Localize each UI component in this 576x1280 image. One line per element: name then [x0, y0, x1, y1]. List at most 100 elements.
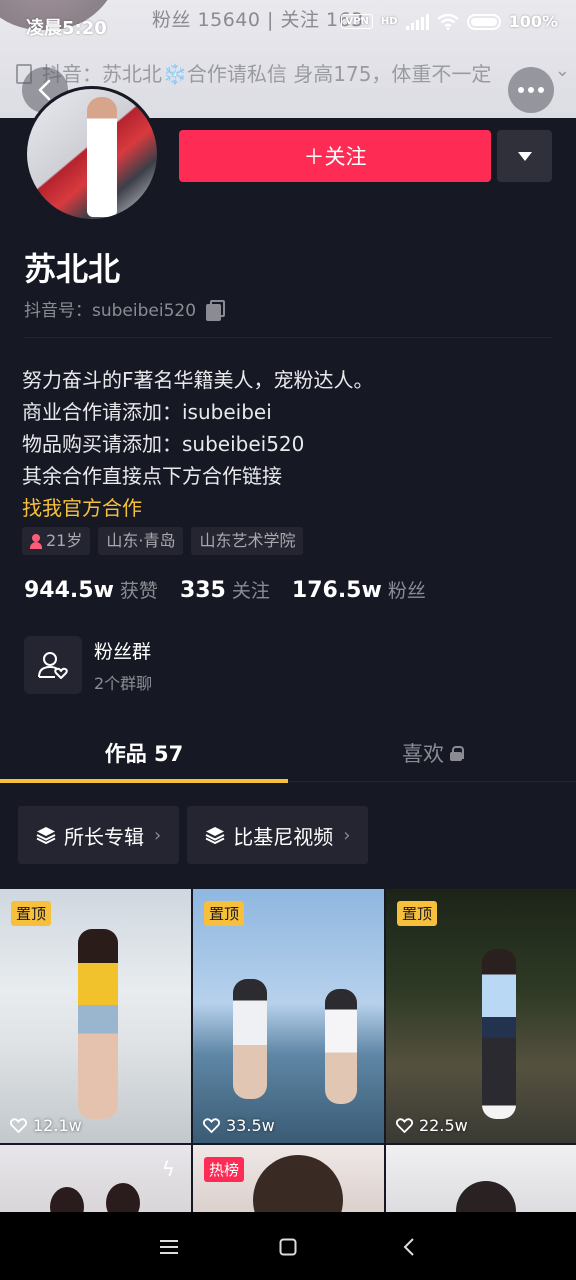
- flash-icon: ϟ: [161, 1157, 175, 1181]
- wifi-icon: [436, 13, 459, 30]
- thumbnail-figure: [106, 1183, 140, 1215]
- tag-location[interactable]: 山东·青岛: [98, 527, 184, 555]
- official-cooperation-link[interactable]: 找我官方合作: [22, 492, 374, 524]
- tag-school[interactable]: 山东艺术学院: [191, 527, 304, 555]
- stat-label: 关注: [231, 580, 270, 602]
- tab-works-label: 作品 57: [104, 742, 184, 766]
- album-label: 所长专辑: [64, 824, 144, 849]
- thumbnail-figure: [325, 989, 357, 1104]
- divider: [24, 337, 552, 338]
- recommend-dropdown-button[interactable]: [497, 130, 552, 182]
- more-button[interactable]: [508, 67, 554, 113]
- trending-badge: 热榜: [204, 1157, 245, 1182]
- video-likes-count: 22.5w: [419, 1116, 468, 1135]
- stat-following[interactable]: 335 关注: [180, 576, 270, 603]
- recent-apps-button[interactable]: [154, 1232, 184, 1262]
- cover-signature: 抖音：苏北北❄️合作请私信 身高175，体重不一定: [16, 58, 576, 87]
- pinned-badge: 置顶: [204, 901, 245, 926]
- profile-tags: 21岁 山东·青岛 山东艺术学院: [22, 527, 304, 555]
- video-thumbnail[interactable]: 置顶 33.5w: [193, 889, 384, 1143]
- thumbnail-figure: [253, 1155, 343, 1215]
- thumbnail-figure: [482, 949, 516, 1119]
- signal-icon: [405, 13, 429, 30]
- layers-icon: [205, 827, 225, 844]
- heart-icon: [396, 1118, 413, 1133]
- cover-signature-text: 抖音：苏北北❄️合作请私信 身高175，体重不一定: [42, 62, 492, 86]
- video-likes: 12.1w: [10, 1116, 82, 1135]
- video-likes-count: 12.1w: [33, 1116, 82, 1135]
- status-bar: 凌晨5:20 VPN HD 100%: [0, 0, 576, 50]
- video-thumbnail[interactable]: [386, 1145, 576, 1215]
- battery-icon: [466, 13, 501, 30]
- thumbnail-figure: [456, 1181, 516, 1215]
- chevron-right-icon: ›: [343, 824, 351, 846]
- tab-works[interactable]: 作品 57: [0, 724, 288, 782]
- battery-percent: 100%: [508, 12, 558, 31]
- status-time: 凌晨5:20: [26, 18, 107, 39]
- video-likes-count: 33.5w: [226, 1116, 275, 1135]
- layers-icon: [36, 827, 56, 844]
- tab-likes[interactable]: 喜欢: [288, 724, 576, 782]
- follow-button[interactable]: ＋关注: [179, 130, 491, 182]
- bio-line: 其余合作直接点下方合作链接: [22, 464, 282, 488]
- stat-label: 获赞: [119, 580, 158, 602]
- video-likes: 22.5w: [396, 1116, 468, 1135]
- copy-icon[interactable]: [206, 299, 226, 321]
- thumbnail-figure: [50, 1187, 84, 1215]
- album-label: 比基尼视频: [233, 824, 334, 849]
- pinned-badge: 置顶: [397, 901, 438, 926]
- tag-location-label: 山东·青岛: [106, 531, 176, 550]
- thumbnail-figure: [78, 929, 118, 1119]
- video-thumbnail[interactable]: ϟ: [0, 1145, 191, 1215]
- tag-age: 21岁: [22, 527, 91, 555]
- status-icons: VPN HD 100%: [341, 12, 558, 31]
- fan-group-icon: [24, 636, 82, 694]
- vpn-icon: VPN: [341, 14, 373, 29]
- system-back-button[interactable]: [394, 1232, 424, 1262]
- video-thumbnail[interactable]: 置顶 12.1w: [0, 889, 191, 1143]
- profile-name: 苏北北: [24, 250, 121, 288]
- album-chip[interactable]: 比基尼视频 ›: [187, 806, 369, 864]
- hd-label: HD: [380, 16, 398, 27]
- video-thumbnail[interactable]: 置顶 22.5w: [386, 889, 576, 1143]
- heart-icon: [203, 1118, 220, 1133]
- heart-icon: [10, 1118, 27, 1133]
- fan-group-title: 粉丝群: [94, 640, 152, 663]
- bio-line: 努力奋斗的F著名华籍美人，宠粉达人。: [22, 368, 374, 392]
- album-chip[interactable]: 所长专辑 ›: [18, 806, 180, 864]
- chevron-right-icon: ›: [154, 824, 162, 846]
- stat-label: 粉丝: [387, 580, 426, 602]
- profile-stats: 944.5w 获赞 335 关注 176.5w 粉丝: [24, 576, 426, 603]
- home-button[interactable]: [273, 1232, 303, 1262]
- stat-value: 176.5w: [291, 578, 382, 603]
- content-tabs: 作品 57 喜欢: [0, 724, 576, 783]
- album-list: 所长专辑 › 比基尼视频 ›: [18, 806, 369, 864]
- system-nav-bar: [0, 1212, 576, 1280]
- tab-indicator: [0, 779, 288, 783]
- tab-likes-label: 喜欢: [402, 742, 444, 766]
- video-likes: 33.5w: [203, 1116, 275, 1135]
- bio-line: 物品购买请添加：subeibei520: [22, 432, 305, 456]
- tag-age-label: 21岁: [46, 531, 83, 550]
- female-icon: [30, 533, 42, 549]
- stat-followers[interactable]: 176.5w 粉丝: [292, 576, 426, 603]
- thumbnail-figure: [233, 979, 267, 1099]
- caret-down-icon: [517, 151, 532, 161]
- tag-school-label: 山东艺术学院: [199, 531, 296, 550]
- more-dots-icon: [518, 87, 544, 93]
- fan-group-entry[interactable]: 粉丝群 2个群聊: [24, 636, 152, 694]
- stat-likes[interactable]: 944.5w 获赞: [24, 576, 158, 603]
- pinned-badge: 置顶: [11, 901, 52, 926]
- douyin-id-text: 抖音号：subeibei520: [24, 301, 197, 321]
- menu-icon: [160, 1240, 178, 1254]
- avatar[interactable]: [24, 86, 160, 222]
- chevron-left-icon: [38, 79, 51, 101]
- stat-value: 335: [179, 578, 226, 603]
- douyin-id: 抖音号：subeibei520: [24, 296, 226, 321]
- chevron-down-icon: ⌄: [554, 60, 570, 81]
- bio-line: 商业合作请添加：isubeibei: [22, 400, 272, 424]
- square-icon: [279, 1238, 297, 1256]
- bio: 努力奋斗的F著名华籍美人，宠粉达人。 商业合作请添加：isubeibei 物品购…: [22, 364, 374, 524]
- stat-value: 944.5w: [24, 578, 114, 603]
- video-thumbnail[interactable]: 热榜: [193, 1145, 384, 1215]
